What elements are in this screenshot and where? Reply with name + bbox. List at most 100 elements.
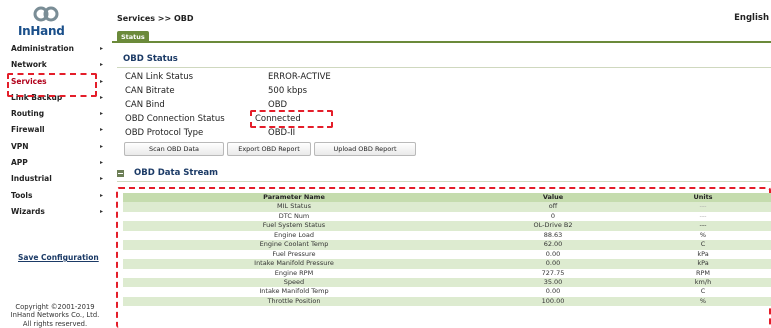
sidebar-item-wizards[interactable]: Wizards ▸ [0,204,112,220]
save-configuration-link[interactable]: Save Configuration [18,253,99,262]
field-label: OBD Protocol Type [125,128,204,138]
table-row: Engine RPM 727.75 RPM [123,268,771,278]
field-label: CAN Bind [125,100,165,110]
table-row: Fuel Pressure 0.00 kPa [123,249,771,260]
table-cell: kPa [697,249,709,258]
table-cell: 0.00 [545,249,561,258]
copyright-line: All rights reserved. [22,319,88,328]
column-header-value: Value [542,193,564,201]
services-highlight-box [7,73,97,97]
table-cell: OL-Drive B2 [533,221,573,230]
field-value: OBD-II [268,128,296,138]
field-label: CAN Bitrate [125,86,175,96]
table-cell: C [700,287,706,296]
chevron-right-icon: ▸ [100,159,104,167]
copyright-line: InHand Networks Co., Ltd. [10,311,100,320]
table-cell: 727.75 [541,268,565,277]
sidebar-item-app[interactable]: APP ▸ [0,155,112,171]
table-row: Throttle Position 100.00 % [123,296,771,307]
sidebar: InHand Administration ▸ Network ▸ Services… [0,0,112,328]
table-cell: C [700,240,706,249]
table-cell: 35.00 [543,277,563,286]
table-cell: Intake Manifold Temp [259,287,329,296]
table-cell: 0.00 [545,259,561,268]
table-cell: Fuel System Status [262,221,326,230]
chevron-right-icon: ▸ [100,191,104,199]
table-cell: 88.63 [543,230,563,239]
sidebar-item-label: Tools [11,190,33,200]
tab-bar: Status [112,30,771,43]
table-cell: Intake Manifold Pressure [254,259,334,268]
tab-status[interactable]: Status [117,31,149,43]
field-value: ERROR-ACTIVE [268,72,331,82]
inhand-logo: InHand [14,6,84,38]
table-row: Fuel System Status OL-Drive B2 --- [123,221,771,231]
sidebar-nav: Administration ▸ Network ▸ Services ▸ Link … [0,41,112,220]
table-cell: off [548,202,558,211]
field-obd-protocol-type: OBD Protocol Type OBD-II [125,128,425,139]
sidebar-item-industrial[interactable]: Industrial ▸ [0,171,112,187]
sidebar-item-label: Industrial [11,174,52,184]
table-cell: 0.00 [545,287,561,296]
field-value: OBD [268,100,288,110]
column-header-units: Units [693,193,713,201]
table-cell: 62.00 [543,240,563,249]
sidebar-item-label: Routing [11,109,45,119]
sidebar-item-vpn[interactable]: VPN ▸ [0,139,112,155]
chevron-right-icon: ▸ [100,110,104,118]
obd-status-title: OBD Status [123,54,178,64]
copyright-line: Copyright ©2001-2019 [15,303,95,311]
table-row: Engine Coolant Temp 62.00 C [123,240,771,250]
sidebar-item-firewall[interactable]: Firewall ▸ [0,122,112,138]
copyright: Copyright ©2001-2019 InHand Networks Co.… [0,303,110,328]
table-cell: Engine Load [274,230,314,239]
table-cell: kPa [697,259,709,268]
table-cell: 0 [550,211,556,220]
chevron-right-icon: ▸ [100,77,104,85]
table-cell: 100.00 [541,296,565,305]
sidebar-item-administration[interactable]: Administration ▸ [0,41,112,57]
sidebar-item-network[interactable]: Network ▸ [0,57,112,73]
export-obd-report-button[interactable]: Export OBD Report [227,142,311,156]
table-cell: Engine RPM [274,268,314,277]
chevron-right-icon: ▸ [100,61,104,69]
sidebar-item-label: APP [11,158,28,168]
sidebar-item-label: Firewall [11,125,45,135]
sidebar-item-tools[interactable]: Tools ▸ [0,188,112,204]
table-cell: Engine Coolant Temp [259,240,329,249]
sidebar-item-routing[interactable]: Routing ▸ [0,106,112,122]
table-row: Speed 35.00 km/h [123,277,771,288]
table-cell: Speed [283,277,305,286]
table-cell: % [699,230,707,239]
table-cell: % [699,296,707,305]
section-divider [117,181,771,182]
logo-icon [33,6,59,22]
table-row: Engine Load 88.63 % [123,230,771,241]
chevron-right-icon: ▸ [100,175,104,183]
field-value: 500 kbps [268,86,308,96]
table-row: DTC Num 0 --- [123,211,771,222]
collapse-icon[interactable] [117,170,124,177]
field-can-bitrate: CAN Bitrate 500 kbps [125,86,425,97]
table-cell: DTC Num [278,211,310,220]
language-link[interactable]: English [734,13,769,23]
sidebar-item-label: Administration [11,44,74,53]
column-header-parameter: Parameter Name [263,193,325,201]
chevron-right-icon: ▸ [100,207,104,215]
sidebar-item-label: Network [11,60,47,70]
table-row: Intake Manifold Pressure 0.00 kPa [123,259,771,269]
table-cell: --- [699,202,707,211]
field-label: CAN Link Status [125,72,194,82]
table-cell: RPM [695,268,711,277]
table-row: Intake Manifold Temp 0.00 C [123,287,771,297]
section-divider [117,67,771,68]
sidebar-item-label: VPN [11,141,29,151]
scan-obd-data-button[interactable]: Scan OBD Data [124,142,224,156]
upload-obd-report-button[interactable]: Upload OBD Report [314,142,416,156]
chevron-right-icon: ▸ [100,126,104,134]
connected-highlight-box [250,110,333,128]
table-cell: --- [699,221,707,230]
table-row: MIL Status off --- [123,202,771,212]
chevron-right-icon: ▸ [100,142,104,150]
obd-data-table: Parameter Name Value Units MIL Status of… [123,193,771,307]
